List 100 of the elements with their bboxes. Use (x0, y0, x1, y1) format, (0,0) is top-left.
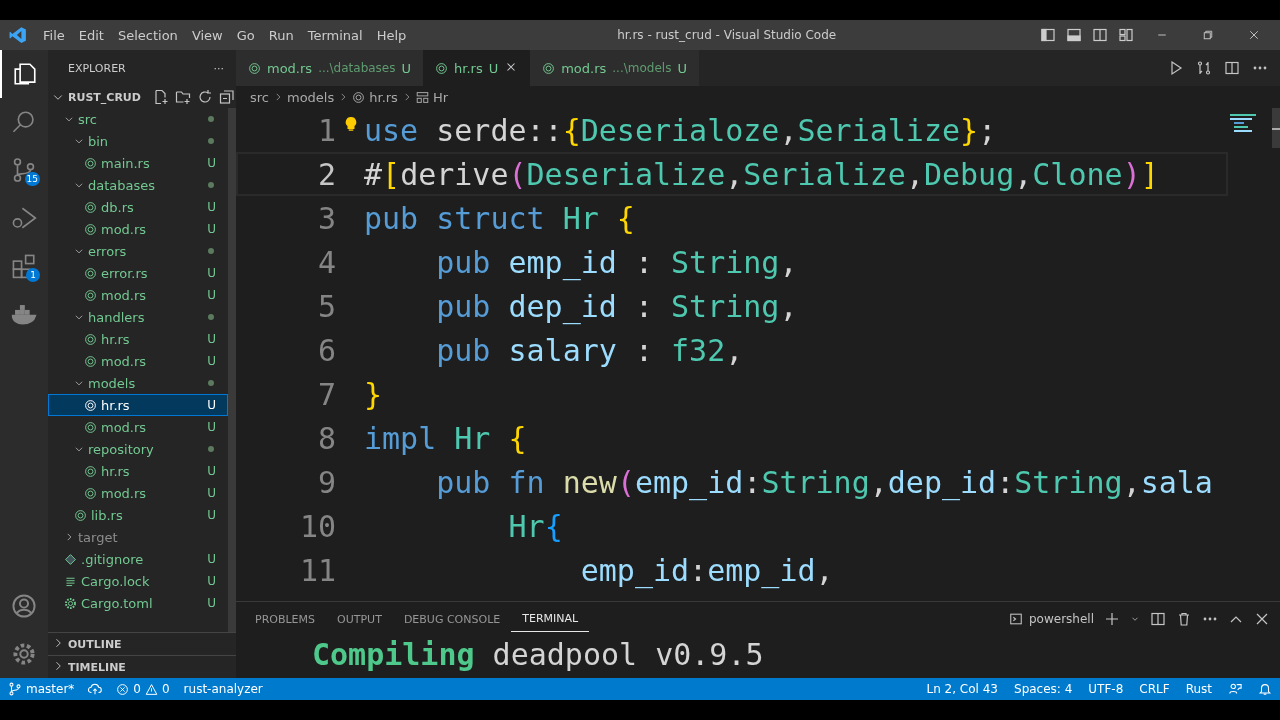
file-icon (84, 288, 97, 302)
line-number: 7 (316, 376, 336, 412)
sidebar-toggle-icon[interactable] (1040, 27, 1056, 43)
tree-item[interactable]: hr.rs U (48, 394, 228, 416)
cloud-upload-icon[interactable] (88, 682, 103, 696)
window-title: hr.rs - rust_crud - Visual Studio Code (616, 28, 838, 42)
plus-icon[interactable] (1104, 611, 1120, 627)
menu-item[interactable]: Selection (110, 27, 185, 43)
tree-item[interactable]: lib.rs U (48, 504, 228, 526)
breadcrumb-item[interactable]: models (287, 89, 335, 105)
tree-item[interactable]: bin (48, 130, 228, 152)
tree-item[interactable]: target (48, 526, 228, 548)
new-folder-icon[interactable] (174, 89, 191, 105)
editor-tab[interactable]: mod.rs ...\models U (530, 50, 699, 86)
tree-item[interactable]: src (48, 108, 228, 130)
restore-icon[interactable] (1202, 29, 1214, 41)
breadcrumb-item[interactable]: src (250, 89, 269, 105)
tree-item[interactable]: databases (48, 174, 228, 196)
breadcrumb-item[interactable]: hr.rs (369, 89, 398, 105)
line-number: 1 (316, 112, 336, 148)
new-file-icon[interactable] (152, 89, 169, 105)
file-icon (84, 266, 97, 280)
split-editor-icon[interactable] (1224, 60, 1240, 76)
line-number: 6 (316, 332, 336, 368)
editor-tab[interactable]: mod.rs ...\databases U (236, 50, 423, 86)
tree-item[interactable]: .gitignore U (48, 548, 228, 570)
menu-item[interactable]: View (184, 27, 230, 43)
tree-item[interactable]: main.rs U (48, 152, 228, 174)
code-line: pub salary : f32, (435, 332, 744, 368)
status-item[interactable]: Ln 2, Col 43 (926, 682, 998, 696)
tree-item[interactable]: db.rs U (48, 196, 228, 218)
status-item[interactable]: CRLF (1139, 682, 1170, 696)
minimap[interactable] (1228, 108, 1280, 148)
split-layout-icon[interactable] (1092, 27, 1108, 43)
code-line: impl Hr { (364, 420, 527, 456)
close-icon[interactable] (1254, 611, 1270, 627)
split-terminal-icon[interactable] (1150, 611, 1166, 627)
menu-item[interactable]: Help (369, 27, 414, 43)
tree-item[interactable]: handlers (48, 306, 228, 328)
problems-indicator[interactable]: 0 0 (116, 682, 170, 696)
section-header[interactable]: OUTLINE (68, 637, 122, 651)
menu-item[interactable]: Go (229, 27, 262, 43)
tree-item[interactable]: mod.rs U (48, 416, 228, 438)
tree-item[interactable]: mod.rs U (48, 350, 228, 372)
tree-item[interactable]: Cargo.toml U (48, 592, 228, 614)
terminal-selector[interactable]: powershell (1009, 612, 1094, 626)
more-actions[interactable]: ··· (213, 61, 224, 75)
editor-tab[interactable]: hr.rs U (423, 50, 531, 86)
status-item[interactable]: Rust (1185, 682, 1212, 696)
feedback-icon[interactable] (1228, 682, 1242, 696)
tree-item[interactable]: mod.rs U (48, 218, 228, 240)
chevron-right-icon (273, 92, 283, 102)
section-header[interactable]: TIMELINE (68, 660, 126, 674)
account-icon[interactable] (11, 593, 37, 619)
file-icon (248, 61, 261, 75)
tree-item[interactable]: repository (48, 438, 228, 460)
code-line: pub fn new(emp_id:String,dep_id:String,sala (435, 464, 1213, 500)
tree-item[interactable]: Cargo.lock U (48, 570, 228, 592)
panel-tab[interactable]: PROBLEMS (244, 606, 327, 632)
customize-layout-icon[interactable] (1118, 27, 1134, 43)
menu-item[interactable]: Edit (71, 27, 111, 43)
bell-icon[interactable] (1258, 682, 1272, 696)
status-item[interactable]: rust-analyzer (183, 682, 263, 696)
branch-indicator[interactable]: master* (8, 682, 75, 696)
extensions-icon[interactable] (11, 253, 37, 279)
tree-item[interactable]: hr.rs U (48, 328, 228, 350)
menu-item[interactable]: Run (261, 27, 301, 43)
project-header[interactable]: RUST_CRUD (68, 90, 141, 104)
run-icon[interactable] (1168, 60, 1184, 76)
menu-item[interactable]: Terminal (300, 27, 370, 43)
panel-toggle-icon[interactable] (1066, 27, 1082, 43)
panel-tab[interactable]: OUTPUT (326, 606, 393, 632)
search-icon[interactable] (11, 109, 37, 135)
collapse-all-icon[interactable] (218, 89, 235, 105)
panel-tab[interactable]: DEBUG CONSOLE (392, 606, 512, 632)
count-badge: 15 (24, 172, 40, 186)
file-icon (74, 508, 87, 522)
error-icon (116, 682, 130, 696)
tree-item[interactable]: errors (48, 240, 228, 262)
tree-item[interactable]: models (48, 372, 228, 394)
tree-item[interactable]: hr.rs U (48, 460, 228, 482)
tree-item[interactable]: error.rs U (48, 262, 228, 284)
file-icon (352, 90, 366, 104)
tree-item[interactable]: mod.rs U (48, 482, 228, 504)
source-control-icon[interactable] (11, 157, 37, 183)
compare-icon[interactable] (1196, 60, 1212, 76)
trash-icon[interactable] (1176, 611, 1192, 627)
explorer-icon[interactable] (12, 61, 38, 87)
panel-tab[interactable]: TERMINAL (511, 606, 590, 632)
file-icon (84, 420, 97, 434)
line-number: 4 (316, 244, 336, 280)
settings-icon[interactable] (11, 641, 37, 667)
status-item[interactable]: UTF-8 (1088, 682, 1124, 696)
tree-item[interactable]: mod.rs U (48, 284, 228, 306)
close-icon[interactable] (1248, 29, 1260, 41)
refresh-icon[interactable] (196, 89, 213, 105)
breadcrumb-item[interactable]: Hr (432, 89, 448, 105)
debug-icon[interactable] (11, 205, 37, 231)
status-item[interactable]: Spaces: 4 (1014, 682, 1073, 696)
menu-item[interactable]: File (36, 27, 72, 43)
